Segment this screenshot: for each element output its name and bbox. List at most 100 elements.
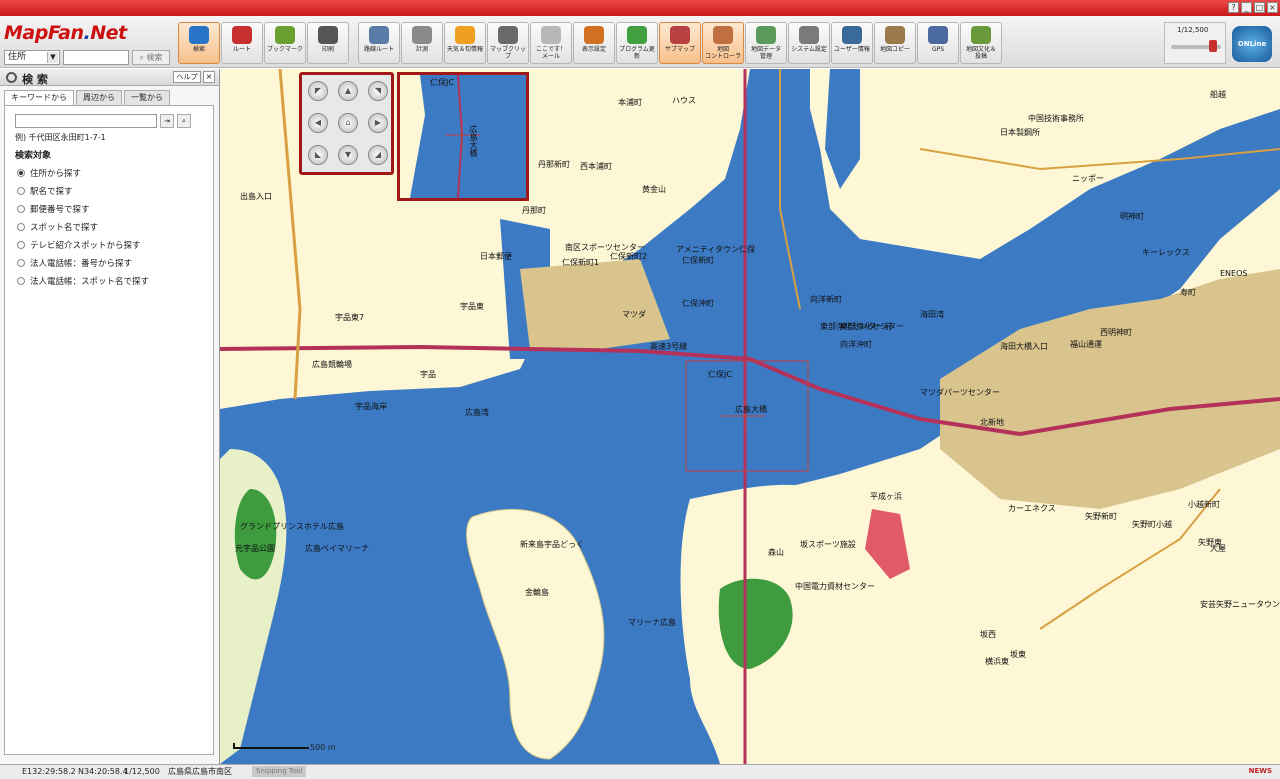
toolbar-button-sun[interactable]: 天気＆旬情報 bbox=[444, 22, 486, 64]
map-place-label: 明神町 bbox=[1120, 212, 1144, 221]
pan-up-left-button[interactable]: ◤ bbox=[308, 81, 328, 101]
search-target-option[interactable]: テレビ紹介スポットから探す bbox=[17, 236, 149, 254]
map-canvas[interactable]: 仁保JC 広島大橋 広島湾 宇品 海田湾 海田大橋入口 ENEOS マツダ 仁保沖町 向洋新町 黄金… bbox=[220, 69, 1280, 764]
search-panel-body: ⇥ ⌕ 例) 千代田区永田町1-7-1 検索対象 住所から探す 駅名で探す 郵便番号… bbox=[4, 105, 214, 755]
help-window-button[interactable]: ? bbox=[1228, 2, 1239, 13]
toolbar-button-label: 検索 bbox=[192, 46, 205, 53]
keyword-input[interactable] bbox=[15, 114, 157, 128]
close-window-button[interactable]: × bbox=[1267, 2, 1278, 13]
radio-button[interactable] bbox=[17, 277, 25, 285]
toolbar-button-search[interactable]: 検索 bbox=[178, 22, 220, 64]
online-button[interactable]: ONLine bbox=[1232, 26, 1272, 62]
radio-button[interactable] bbox=[17, 223, 25, 231]
submap-window[interactable]: 仁保JC 広島大橋 bbox=[397, 72, 529, 201]
toolbar-button-clip[interactable]: マップクリップ bbox=[487, 22, 529, 64]
toolbar-button-update[interactable]: プログラム更新 bbox=[616, 22, 658, 64]
map-place-label: 中国電力資材センター bbox=[795, 582, 875, 591]
zoom-slider-knob[interactable] bbox=[1209, 40, 1217, 52]
toolbar-button-bookmark[interactable]: ブックマーク bbox=[264, 22, 306, 64]
scale-bar-label: 500 m bbox=[310, 743, 336, 752]
scale-control: 1/12,500 bbox=[1164, 22, 1226, 64]
pan-right-button[interactable]: ▶ bbox=[368, 113, 388, 133]
search-target-option[interactable]: 法人電話帳：番号から探す bbox=[17, 254, 149, 272]
search-target-option[interactable]: スポット名で探す bbox=[17, 218, 149, 236]
toolbar-button-printer[interactable]: 印刷 bbox=[307, 22, 349, 64]
tab-keyword[interactable]: キーワードから bbox=[4, 90, 74, 106]
map-place-label: キーレックス bbox=[1142, 248, 1190, 257]
status-bar: E132:29:58.2 N34:20:58.4 1/12,500 広島県広島市… bbox=[0, 764, 1280, 779]
option-label: 住所から探す bbox=[30, 169, 82, 179]
radio-button[interactable] bbox=[17, 205, 25, 213]
status-longitude: E132:29:58.2 bbox=[22, 767, 76, 776]
pan-left-button[interactable]: ◀ bbox=[308, 113, 328, 133]
controller-icon bbox=[713, 26, 733, 44]
pan-down-button[interactable]: ▼ bbox=[338, 145, 358, 165]
map-place-label: 大屋 bbox=[1210, 544, 1226, 553]
news-button[interactable]: NEWS bbox=[1245, 766, 1276, 777]
search-target-option[interactable]: 郵便番号で探す bbox=[17, 200, 149, 218]
pan-down-left-button[interactable]: ◣ bbox=[308, 145, 328, 165]
toolbar-button-submap[interactable]: サブマップ bbox=[659, 22, 701, 64]
map-place-label: 矢野新町 bbox=[1085, 512, 1117, 521]
quick-search-button[interactable]: ⌕ 検索 bbox=[132, 50, 170, 65]
toolbar-button-copy[interactable]: 地図コピー bbox=[874, 22, 916, 64]
help-button[interactable]: ヘルプ bbox=[173, 71, 201, 83]
toolbar-button-ruler[interactable]: 計測 bbox=[401, 22, 443, 64]
map-place-label: マツダパーツセンター bbox=[920, 388, 1000, 397]
map-place-label: マツダ bbox=[622, 310, 646, 319]
toolbar-button-data[interactable]: 地図データ 管理 bbox=[745, 22, 787, 64]
keyword-go-button[interactable]: ⇥ bbox=[160, 114, 174, 128]
map-place-label: 向洋新町 bbox=[810, 295, 842, 304]
search-panel-header: 検 索 ヘルプ × bbox=[0, 69, 219, 86]
mail-icon bbox=[541, 26, 561, 44]
toolbar-button-gear[interactable]: システム設定 bbox=[788, 22, 830, 64]
toolbar-button-post[interactable]: 地図文化＆ 投稿 bbox=[960, 22, 1002, 64]
snipping-tool-tab[interactable]: Snipping Tool bbox=[252, 766, 307, 777]
close-panel-button[interactable]: × bbox=[203, 71, 215, 83]
map-place-label: 日本製鋼所 bbox=[1000, 128, 1040, 137]
toolbar-button-car[interactable]: ルート bbox=[221, 22, 263, 64]
map-place-label: 宇品東 bbox=[460, 302, 484, 311]
map-place-label: 新来島宇品どっく bbox=[520, 540, 584, 549]
radio-button[interactable] bbox=[17, 187, 25, 195]
pan-down-right-button[interactable]: ◢ bbox=[368, 145, 388, 165]
toolbar-button-display-settings[interactable]: 表示設定 bbox=[573, 22, 615, 64]
radio-button[interactable] bbox=[17, 241, 25, 249]
map-place-label: 仁保新町1 bbox=[562, 258, 600, 267]
map-place-label: 小越新町 bbox=[1188, 500, 1220, 509]
radio-button[interactable] bbox=[17, 169, 25, 177]
home-icon[interactable]: ⌂ bbox=[338, 113, 358, 133]
map-place-label: 寿町 bbox=[1180, 288, 1196, 297]
tab-list[interactable]: 一覧から bbox=[124, 90, 170, 106]
search-target-option[interactable]: 住所から探す bbox=[17, 164, 149, 182]
toolbar-button-label: 天気＆旬情報 bbox=[446, 46, 483, 53]
toolbar-button-mail[interactable]: ここです！ メール bbox=[530, 22, 572, 64]
quick-search-input[interactable] bbox=[63, 50, 129, 65]
map-place-label: 仁保沖町 bbox=[682, 299, 714, 308]
minimize-button[interactable]: _ bbox=[1241, 2, 1252, 13]
toolbar-button-user[interactable]: ユーザー情報 bbox=[831, 22, 873, 64]
post-icon bbox=[971, 26, 991, 44]
toolbar-button-label: 路線ルート bbox=[363, 46, 394, 53]
maximize-button[interactable]: □ bbox=[1254, 2, 1265, 13]
zoom-slider[interactable] bbox=[1171, 40, 1221, 52]
toolbar-button-controller[interactable]: 地図 コントローラ bbox=[702, 22, 744, 64]
radio-button[interactable] bbox=[17, 259, 25, 267]
pan-up-button[interactable]: ▲ bbox=[338, 81, 358, 101]
search-target-option[interactable]: 駅名で探す bbox=[17, 182, 149, 200]
tab-nearby[interactable]: 周辺から bbox=[76, 90, 122, 106]
map-place-label: 丹那町 bbox=[522, 206, 546, 215]
search-target-option[interactable]: 法人電話帳：スポット名で探す bbox=[17, 272, 149, 290]
map-place-label: 向洋沖町 bbox=[840, 340, 872, 349]
toolbar-button-train[interactable]: 路線ルート bbox=[358, 22, 400, 64]
map-place-label: 宇品 bbox=[420, 370, 436, 379]
pan-up-right-button[interactable]: ◥ bbox=[368, 81, 388, 101]
map-place-label: 出島入口 bbox=[240, 192, 272, 201]
user-icon bbox=[842, 26, 862, 44]
search-type-select[interactable]: 住所 ▼ bbox=[4, 50, 60, 65]
option-label: 法人電話帳：スポット名で探す bbox=[30, 277, 150, 287]
option-label: 郵便番号で探す bbox=[30, 205, 90, 215]
toolbar-button-gps[interactable]: GPS bbox=[917, 22, 959, 64]
keyword-search-button[interactable]: ⌕ bbox=[177, 114, 191, 128]
update-icon bbox=[627, 26, 647, 44]
